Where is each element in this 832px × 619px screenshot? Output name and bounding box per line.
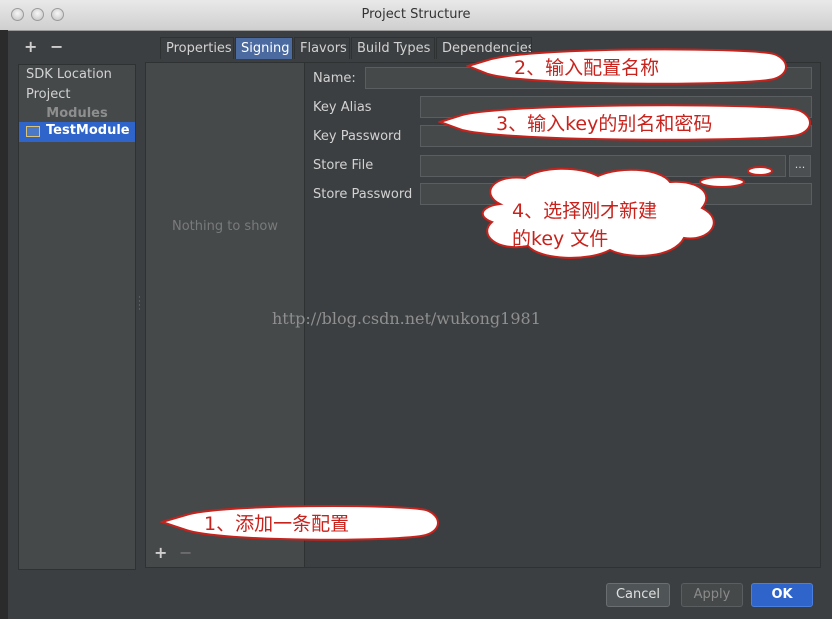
callout-step3: 3、输入key的别名和密码 bbox=[438, 102, 814, 142]
sidebar-item-sdk-location[interactable]: SDK Location bbox=[26, 67, 112, 82]
window-title: Project Structure bbox=[361, 7, 471, 22]
watermark-text: http://blog.csdn.net/wukong1981 bbox=[272, 309, 541, 328]
callout-step4: 4、选择刚才新建 的key 文件 bbox=[470, 164, 780, 264]
callout-step1: 1、添加一条配置 bbox=[160, 502, 444, 542]
remove-signing-config-button[interactable]: − bbox=[179, 543, 192, 562]
callout-step4-text-line2: 的key 文件 bbox=[512, 228, 609, 250]
key-alias-label: Key Alias bbox=[313, 100, 372, 115]
tab-flavors[interactable]: Flavors bbox=[294, 37, 350, 59]
ok-button[interactable]: OK bbox=[751, 583, 813, 607]
browse-store-file-button[interactable]: ... bbox=[789, 155, 811, 177]
add-signing-config-button[interactable]: + bbox=[154, 543, 167, 562]
callout-step4-text-line1: 4、选择刚才新建 bbox=[512, 200, 658, 222]
background-window-edge bbox=[0, 30, 8, 619]
sidebar-modules-header: Modules bbox=[46, 106, 108, 121]
callout-step3-text: 3、输入key的别名和密码 bbox=[496, 113, 713, 135]
tab-signing[interactable]: Signing bbox=[235, 37, 293, 59]
sidebar-item-label: TestModule bbox=[46, 123, 130, 138]
name-label: Name: bbox=[313, 71, 356, 86]
empty-list-text: Nothing to show bbox=[171, 219, 279, 234]
sidebar-item-testmodule[interactable]: TestModule bbox=[19, 122, 135, 142]
structure-sidebar: SDK Location Project Modules TestModule bbox=[18, 64, 136, 570]
store-password-label: Store Password bbox=[313, 187, 413, 202]
splitter-handle[interactable]: · · · · bbox=[138, 294, 141, 315]
apply-button[interactable]: Apply bbox=[681, 583, 743, 607]
sidebar-item-project[interactable]: Project bbox=[26, 87, 70, 102]
title-bar: Project Structure bbox=[0, 0, 832, 31]
tab-build-types[interactable]: Build Types bbox=[351, 37, 435, 59]
key-password-label: Key Password bbox=[313, 129, 402, 144]
cancel-button[interactable]: Cancel bbox=[606, 583, 670, 607]
tab-properties[interactable]: Properties bbox=[160, 37, 234, 59]
callout-step2: 2、输入配置名称 bbox=[466, 46, 788, 86]
add-module-button[interactable]: + bbox=[24, 37, 37, 56]
callout-step2-text: 2、输入配置名称 bbox=[514, 57, 660, 79]
remove-module-button[interactable]: − bbox=[50, 37, 63, 56]
module-icon bbox=[26, 126, 40, 137]
callout-step1-text: 1、添加一条配置 bbox=[204, 513, 350, 535]
store-file-label: Store File bbox=[313, 158, 374, 173]
